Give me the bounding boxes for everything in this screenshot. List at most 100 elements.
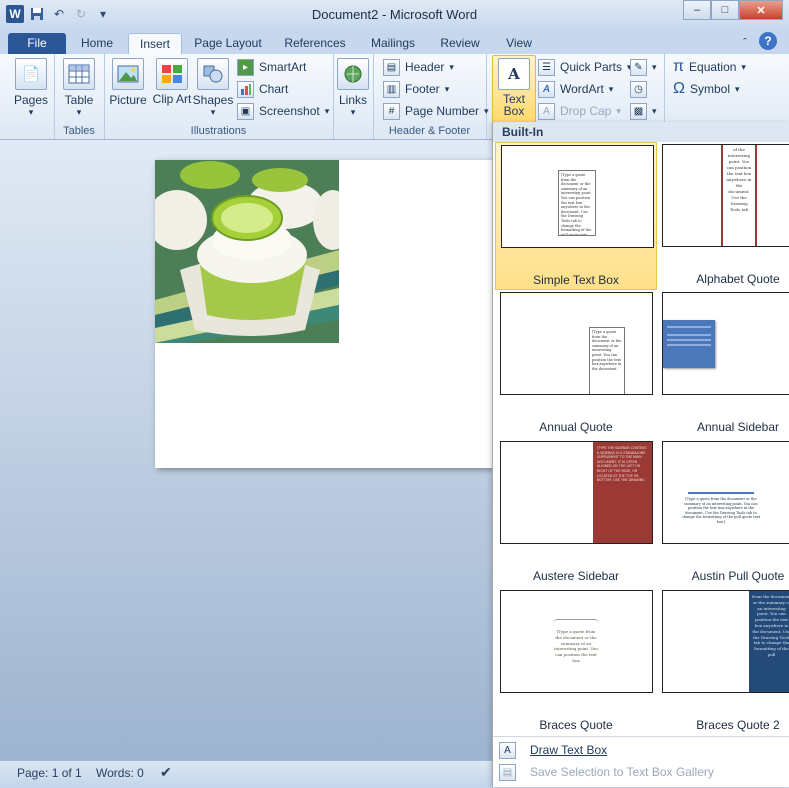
chart-icon [237,80,254,98]
header-label: Header [405,60,445,74]
alphabet-quote-label: Alphabet Quote [696,272,780,286]
object-button[interactable]: ▩ ▾ [630,101,657,121]
close-icon[interactable]: ✕ [739,0,783,20]
quick-parts-button[interactable]: ☰ Quick Parts▾ [538,57,632,77]
clip-art-icon [156,58,188,90]
wordart-button[interactable]: A WordArt ▾ [538,79,613,99]
object-icon: ▩ [630,102,647,120]
tables-group-label: Tables [63,125,95,137]
quick-parts-label: Quick Parts [560,60,623,74]
minimize-ribbon-icon[interactable]: ˆ [737,33,753,54]
tab-page-layout[interactable]: Page Layout [188,33,268,54]
page-count[interactable]: Page: 1 of 1 [17,766,82,780]
text-box-icon: A [498,58,530,90]
chart-button[interactable]: Chart [237,79,288,99]
symbol-button[interactable]: Ω Symbol ▾ [673,79,740,99]
gallery-item-braces-quote[interactable]: [Type a quote from the document or the s… [495,588,657,736]
gallery-item-braces-quote-2[interactable]: from the document or the summary of an i… [657,588,789,736]
header-footer-group-label: Header & Footer [388,125,471,137]
austere-sidebar-label: Austere Sidebar [532,569,620,583]
minimize-icon[interactable]: – [683,0,711,20]
signature-line-button[interactable]: ✎ ▾ [630,57,657,77]
group-links: Links ▾ [333,54,374,139]
shapes-button[interactable]: Shapes ▾ [192,56,234,118]
table-button[interactable]: Table ▾ [54,56,104,118]
pages-label: Pages [13,93,49,107]
clip-art-label: Clip Art [152,92,192,106]
save-selection-icon: ▤ [499,763,516,781]
annual-quote-label: Annual Quote [539,420,613,434]
links-button[interactable]: Links ▾ [333,56,373,118]
braces-quote-2-thumbnail: from the document or the summary of an i… [662,590,789,693]
gallery-item-alphabet-quote[interactable]: of the interesting point. You can positi… [657,142,789,290]
equation-button[interactable]: π Equation ▾ [673,57,746,77]
braces-quote-label: Braces Quote [539,718,613,732]
illustrations-group-label: Illustrations [190,125,247,137]
gallery-item-annual-sidebar[interactable]: Annual Sidebar [657,290,789,438]
gallery-footer: A Draw Text Box ▤ Save Selection to Text… [493,736,789,781]
page-number-button[interactable]: # Page Number ▾ [383,101,489,121]
signature-line-icon: ✎ [630,58,647,76]
date-time-icon: ◷ [630,80,647,98]
gallery-item-annual-quote[interactable]: [Type a quote from the document or the s… [495,290,657,438]
save-selection-label: Save Selection to Text Box Gallery [530,765,714,779]
title-bar: W ↶ ↻ ▾ Document2 - Microsoft Word – □ ✕ [0,0,789,30]
symbol-label: Symbol [689,82,730,96]
document-area[interactable] [0,140,493,760]
footer-button[interactable]: ▥ Footer ▾ [383,79,449,99]
picture-button[interactable]: Picture [108,56,148,107]
shapes-label: Shapes [192,93,234,107]
text-box-button[interactable]: A Text Box [492,55,536,123]
simple-text-box-label: Simple Text Box [533,273,619,287]
alphabet-quote-thumbnail: of the interesting point. You can positi… [662,144,789,247]
smartart-button[interactable]: ▸ SmartArt [237,57,306,77]
shapes-icon [197,58,229,90]
group-header-footer: ▤ Header ▾ ▥ Footer ▾ # Page Number ▾ Heade… [373,54,489,139]
tab-mailings[interactable]: Mailings [364,33,422,54]
built-in-header: Built-In [493,122,789,142]
pages-button[interactable]: 📄 Pages ▾ [8,56,54,118]
gallery-item-austere-sidebar[interactable]: [TYPE THE SIDEBAR CONTENT. A SIDEBAR IS … [495,439,657,587]
tab-insert[interactable]: Insert [128,33,182,55]
header-icon: ▤ [383,58,400,76]
date-time-button[interactable]: ◷ [630,79,647,99]
links-icon [337,58,369,90]
group-illustrations: Picture Clip Art Shapes ▾ ▸ SmartArt Cha… [104,54,334,139]
tab-view[interactable]: View [497,33,541,54]
omega-icon: Ω [673,80,685,97]
draw-text-box-button[interactable]: A Draw Text Box [493,739,789,761]
screenshot-label: Screenshot [259,104,320,118]
maximize-icon[interactable]: □ [711,0,739,20]
cupcake-image[interactable] [155,160,339,343]
window-title: Document2 - Microsoft Word [311,7,478,22]
table-label: Table [64,93,94,107]
screenshot-button[interactable]: ▣ Screenshot ▾ [237,101,329,121]
pages-icon: 📄 [15,58,47,90]
tab-home[interactable]: Home [72,33,122,54]
gallery-item-austin-pull-quote[interactable]: [Type a quote from the document or the s… [657,439,789,587]
tab-review[interactable]: Review [435,33,485,54]
word-count[interactable]: Words: 0 [96,766,144,780]
page-number-label: Page Number [405,104,480,118]
wordart-label: WordArt [560,82,604,96]
clip-art-button[interactable]: Clip Art [152,56,192,105]
proofing-icon[interactable]: ✔ [160,764,172,781]
austin-pull-quote-thumbnail: [Type a quote from the document or the s… [662,441,789,544]
text-box-gallery: Built-In [Type a quote from the document… [492,122,789,787]
header-button[interactable]: ▤ Header ▾ [383,57,454,77]
annual-sidebar-label: Annual Sidebar [696,420,780,434]
tab-file[interactable]: File [8,33,66,54]
save-selection-button[interactable]: ▤ Save Selection to Text Box Gallery [493,761,789,783]
screenshot-icon: ▣ [237,102,254,120]
annual-sidebar-thumbnail [662,292,789,395]
wordart-icon: A [538,80,555,98]
austin-pull-quote-label: Austin Pull Quote [691,569,785,583]
tab-references[interactable]: References [279,33,351,54]
gallery-item-simple-text-box[interactable]: [Type a quote from the document or the s… [495,142,657,290]
austere-sidebar-thumbnail: [TYPE THE SIDEBAR CONTENT. A SIDEBAR IS … [500,441,653,544]
drop-cap-button[interactable]: A Drop Cap ▾ [538,101,621,121]
table-icon [63,58,95,90]
document-page[interactable] [155,160,493,468]
group-pages: 📄 Pages ▾ [8,54,55,139]
help-icon[interactable]: ? [759,32,777,50]
